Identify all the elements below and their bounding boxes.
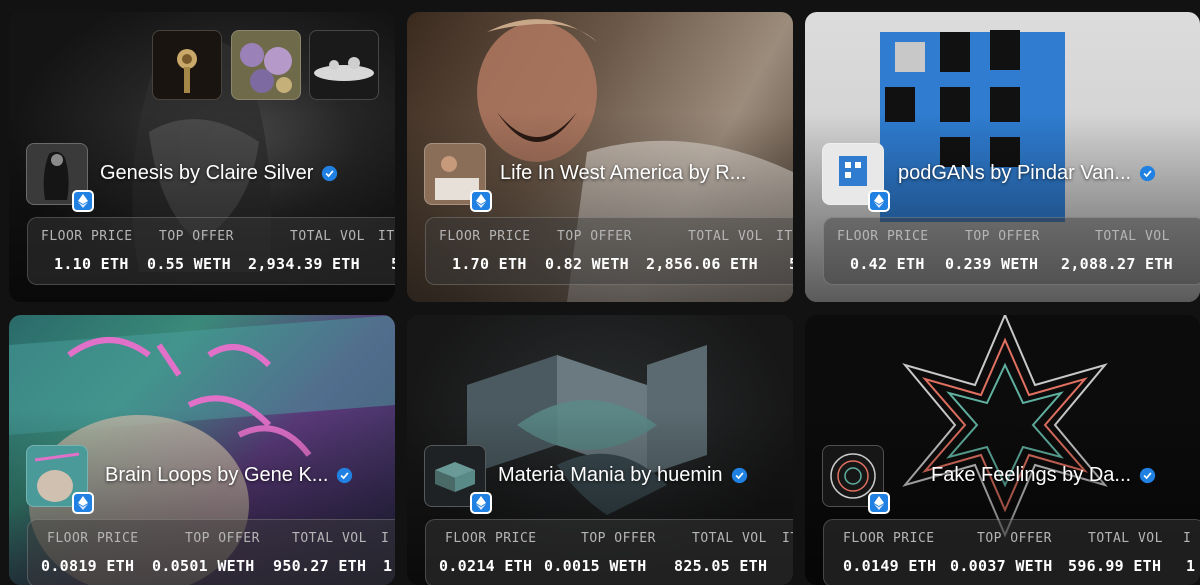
stats-panel: FLOOR PRICE TOP OFFER TOTAL VOL IT 0.021…	[425, 519, 793, 585]
items-value: 1	[1186, 557, 1196, 575]
total-vol-value: 2,934.39 ETH	[248, 255, 360, 273]
items-value: 5	[391, 255, 395, 273]
total-vol-value: 825.05 ETH	[674, 557, 768, 575]
collection-card-podgans[interactable]: podGANs by Pindar Van... FLOOR PRICE TOP…	[805, 12, 1200, 302]
collection-card-life-in-west-america[interactable]: Life In West America by R... FLOOR PRICE…	[407, 12, 793, 302]
total-vol-label: TOTAL VOL	[1095, 229, 1170, 244]
collection-name: Materia Mania by huemin	[498, 464, 723, 486]
items-value: 5	[789, 255, 793, 273]
ethereum-icon	[72, 190, 94, 212]
top-offer-value: 0.82 WETH	[545, 255, 629, 273]
top-offer-value: 0.55 WETH	[147, 255, 231, 273]
collection-title[interactable]: Brain Loops by Gene K...	[105, 464, 353, 487]
top-offer-value: 0.0501 WETH	[152, 557, 255, 575]
stats-panel: FLOOR PRICE TOP OFFER TOTAL VOL IT 1.70 …	[425, 217, 793, 285]
floor-price-value: 0.0149 ETH	[843, 557, 937, 575]
items-label: I	[381, 531, 390, 546]
collection-name: Brain Loops by Gene K...	[105, 464, 329, 486]
top-offer-label: TOP OFFER	[965, 229, 1040, 244]
verified-badge-icon	[731, 467, 747, 484]
collection-card-genesis[interactable]: Genesis by Claire Silver FLOOR PRICE TOP…	[9, 12, 395, 302]
floor-price-label: FLOOR PRICE	[47, 531, 139, 546]
floor-price-label: FLOOR PRICE	[445, 531, 537, 546]
collection-title[interactable]: Life In West America by R...	[500, 162, 746, 185]
stats-panel: FLOOR PRICE TOP OFFER TOTAL VOL I 0.0149…	[823, 519, 1200, 585]
total-vol-label: TOTAL VOL	[290, 229, 365, 244]
floor-price-value: 1.70 ETH	[452, 255, 527, 273]
collection-name: podGANs by Pindar Van...	[898, 162, 1132, 184]
stats-panel: FLOOR PRICE TOP OFFER TOTAL VOL IT 1.10 …	[27, 217, 395, 285]
top-offer-label: TOP OFFER	[557, 229, 632, 244]
collection-title[interactable]: podGANs by Pindar Van...	[898, 162, 1156, 185]
collection-name: Life In West America by R...	[500, 162, 747, 184]
top-offer-value: 0.0037 WETH	[950, 557, 1053, 575]
stats-panel: FLOOR PRICE TOP OFFER TOTAL VOL I 0.0819…	[27, 519, 395, 585]
collection-title[interactable]: Materia Mania by huemin	[498, 464, 748, 487]
collection-card-materia-mania[interactable]: Materia Mania by huemin FLOOR PRICE TOP …	[407, 315, 793, 585]
verified-badge-icon	[1139, 165, 1156, 182]
top-offer-value: 0.0015 WETH	[544, 557, 647, 575]
floor-price-value: 0.42 ETH	[850, 255, 925, 273]
floor-price-label: FLOOR PRICE	[41, 229, 133, 244]
items-label: IT	[776, 229, 793, 244]
collection-card-fake-feelings[interactable]: Fake Feelings by Da... FLOOR PRICE TOP O…	[805, 315, 1200, 585]
top-offer-label: TOP OFFER	[159, 229, 234, 244]
collection-title[interactable]: Genesis by Claire Silver	[100, 162, 338, 185]
top-offer-label: TOP OFFER	[185, 531, 260, 546]
stats-panel: FLOOR PRICE TOP OFFER TOTAL VOL 0.42 ETH…	[823, 217, 1200, 285]
total-vol-value: 596.99 ETH	[1068, 557, 1162, 575]
items-label: IT	[378, 229, 395, 244]
top-offer-label: TOP OFFER	[977, 531, 1052, 546]
collection-title[interactable]: Fake Feelings by Da...	[931, 464, 1156, 487]
total-vol-label: TOTAL VOL	[1088, 531, 1163, 546]
total-vol-value: 2,856.06 ETH	[646, 255, 758, 273]
total-vol-label: TOTAL VOL	[688, 229, 763, 244]
items-label: IT	[782, 531, 793, 546]
floor-price-value: 1.10 ETH	[54, 255, 129, 273]
total-vol-value: 2,088.27 ETH	[1061, 255, 1173, 273]
floor-price-value: 0.0214 ETH	[439, 557, 533, 575]
floor-price-label: FLOOR PRICE	[439, 229, 531, 244]
top-offer-label: TOP OFFER	[581, 531, 656, 546]
floor-price-label: FLOOR PRICE	[843, 531, 935, 546]
top-offer-value: 0.239 WETH	[945, 255, 1039, 273]
ethereum-icon	[868, 492, 890, 514]
floor-price-value: 0.0819 ETH	[41, 557, 135, 575]
items-label: I	[1183, 531, 1192, 546]
verified-badge-icon	[337, 467, 353, 484]
ethereum-icon	[72, 492, 94, 514]
collection-name: Fake Feelings by Da...	[931, 464, 1132, 486]
floor-price-label: FLOOR PRICE	[837, 229, 929, 244]
verified-badge-icon	[322, 165, 338, 182]
total-vol-label: TOTAL VOL	[692, 531, 767, 546]
ethereum-icon	[470, 190, 492, 212]
ethereum-icon	[470, 492, 492, 514]
collection-card-brain-loops[interactable]: Brain Loops by Gene K... FLOOR PRICE TOP…	[9, 315, 395, 585]
total-vol-value: 950.27 ETH	[273, 557, 367, 575]
collection-name: Genesis by Claire Silver	[100, 162, 314, 184]
ethereum-icon	[868, 190, 890, 212]
total-vol-label: TOTAL VOL	[292, 531, 367, 546]
items-value: 1	[383, 557, 393, 575]
verified-badge-icon	[1139, 467, 1156, 484]
